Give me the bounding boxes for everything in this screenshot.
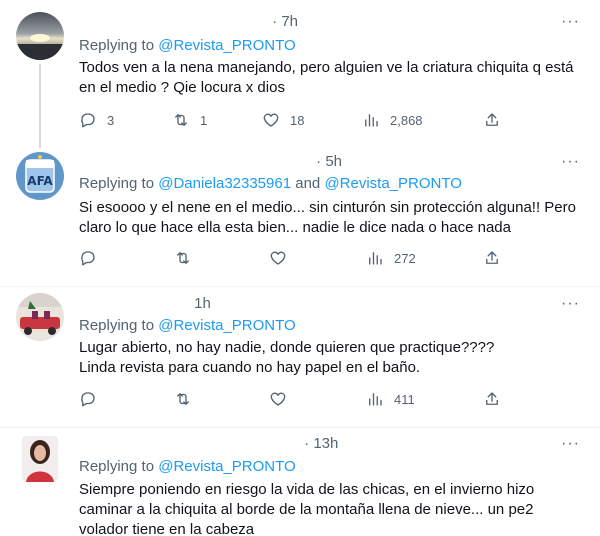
like-button[interactable]: 18 (262, 110, 304, 130)
avatar-image (22, 436, 58, 482)
tweet-header: · 5h (76, 153, 584, 173)
mention-link[interactable]: @Revista_PRONTO (158, 37, 295, 54)
author-name-redacted[interactable] (76, 17, 262, 28)
reply-count: 3 (107, 112, 115, 128)
replying-to: Replying to @Revista_PRONTO (79, 458, 296, 475)
retweet-icon (175, 114, 187, 126)
avatar-image (16, 12, 64, 60)
mention-joiner: and (291, 175, 325, 192)
avatar[interactable] (16, 12, 64, 60)
tweet-text: Todos ven a la nena manejando, pero algu… (79, 59, 574, 96)
action-bar: 411 (79, 389, 509, 409)
replying-prefix: Replying to (79, 37, 159, 54)
more-icon[interactable]: ··· (561, 295, 580, 313)
svg-text:AFA: AFA (27, 174, 53, 188)
tweet-header: 1h (76, 295, 584, 315)
avatar-image: AFA (16, 152, 64, 200)
author-name-redacted[interactable] (76, 299, 184, 310)
action-bar: 272 (79, 248, 509, 268)
mention-link[interactable]: @Revista_PRONTO (158, 458, 295, 475)
dot-separator: · (272, 13, 278, 30)
mention-link[interactable]: @Revista_PRONTO (324, 175, 461, 192)
tweet-time[interactable]: 1h (194, 295, 211, 312)
share-button[interactable] (483, 248, 501, 268)
reply-icon (81, 113, 95, 128)
share-button[interactable] (483, 110, 501, 130)
replying-prefix: Replying to (79, 175, 159, 192)
like-button[interactable] (269, 248, 287, 268)
more-icon[interactable]: ··· (561, 153, 580, 171)
tweet-4[interactable]: · 13h ··· Replying to @Revista_PRONTO Si… (0, 428, 600, 536)
author-name-redacted[interactable] (76, 439, 294, 450)
avatar[interactable] (16, 293, 64, 341)
retweet-icon (177, 252, 189, 264)
tweet-2[interactable]: AFA · 5h ··· Replying to @Daniela3233596… (0, 148, 600, 286)
action-bar: 3 1 18 2,868 (79, 110, 509, 130)
tweet-time[interactable]: 5h (325, 153, 342, 170)
like-count: 18 (290, 112, 305, 128)
views-icon (365, 114, 378, 127)
tweet-text: Lugar abierto, no hay nadie, donde quier… (79, 339, 495, 376)
replying-to: Replying to @Revista_PRONTO (79, 37, 296, 54)
tweet-time[interactable]: 13h (313, 435, 338, 452)
mention-link[interactable]: @Revista_PRONTO (158, 317, 295, 334)
share-icon (486, 392, 498, 405)
avatar-image (16, 293, 64, 341)
reply-icon (81, 392, 95, 407)
mention-link[interactable]: @Daniela32335961 (158, 175, 291, 192)
tweet-header: · 13h (76, 435, 584, 455)
share-icon (486, 251, 498, 264)
tweet-1[interactable]: · 7h ··· Replying to @Revista_PRONTO Tod… (0, 0, 600, 148)
reply-button[interactable] (79, 389, 97, 409)
replying-to: Replying to @Revista_PRONTO (79, 317, 296, 334)
dot-separator: · (316, 153, 322, 170)
views-button[interactable]: 272 (366, 248, 416, 268)
reply-button[interactable]: 3 (79, 110, 114, 130)
tweet-header: · 7h (76, 13, 584, 33)
thread-line (39, 64, 41, 148)
tweet-text: Siempre poniendo en riesgo la vida de la… (79, 481, 535, 536)
retweet-button[interactable] (174, 248, 192, 268)
share-button[interactable] (483, 389, 501, 409)
author-name-redacted[interactable] (76, 157, 306, 168)
dot-separator: · (304, 435, 310, 452)
heart-icon (270, 251, 286, 265)
heart-icon (263, 113, 279, 127)
replying-to: Replying to @Daniela32335961 and @Revist… (79, 175, 462, 192)
tweet-time[interactable]: 7h (281, 13, 298, 30)
retweet-button[interactable] (174, 389, 192, 409)
avatar[interactable]: AFA (16, 152, 64, 200)
views-count: 272 (394, 250, 416, 266)
tweet-3[interactable]: 1h ··· Replying to @Revista_PRONTO Lugar… (0, 287, 600, 427)
views-count: 411 (394, 391, 415, 407)
tweet-text: Si esoooo y el nene en el medio... sin c… (79, 199, 576, 236)
replying-prefix: Replying to (79, 458, 159, 475)
like-button[interactable] (269, 389, 287, 409)
more-icon[interactable]: ··· (561, 13, 580, 31)
reply-button[interactable] (79, 248, 97, 268)
retweet-count: 1 (200, 112, 208, 128)
views-count: 2,868 (390, 112, 423, 128)
reply-icon (81, 251, 95, 266)
retweet-icon (177, 393, 189, 405)
views-button[interactable]: 411 (366, 389, 415, 409)
avatar[interactable] (22, 436, 58, 482)
more-icon[interactable]: ··· (561, 435, 580, 453)
heart-icon (270, 392, 286, 406)
views-icon (369, 393, 382, 406)
share-icon (486, 113, 498, 126)
retweet-button[interactable]: 1 (172, 110, 207, 130)
replying-prefix: Replying to (79, 317, 159, 334)
views-icon (369, 252, 382, 265)
views-button[interactable]: 2,868 (362, 110, 423, 130)
